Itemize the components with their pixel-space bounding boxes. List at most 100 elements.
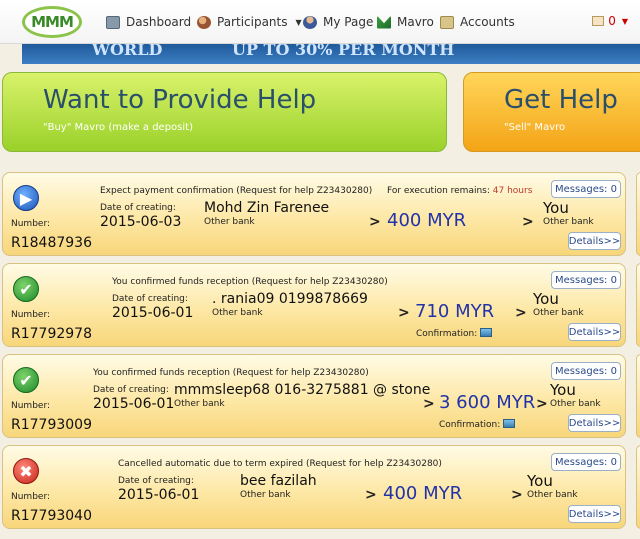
play-icon: ▶ (13, 185, 39, 211)
top-nav-bar: MMM Dashboard Participants ▼ My Page Mav… (0, 0, 640, 44)
nav-mavro[interactable]: Mavro (377, 0, 434, 44)
order-amount: 400 MYR (387, 210, 467, 231)
side-card-edge (636, 172, 640, 256)
nav-accounts-label: Accounts (460, 15, 515, 29)
order-amount: 3 600 MYR (439, 392, 536, 413)
mail-indicator[interactable]: 0 ▼ (592, 14, 628, 28)
side-card-edge (636, 354, 640, 438)
receiver-name: You (543, 199, 569, 217)
check-icon: ✔ (13, 276, 39, 302)
cross-icon: ✖ (13, 458, 39, 484)
receiver-bank: Other bank (550, 399, 601, 409)
order-number[interactable]: R17792978 (11, 326, 92, 342)
banner-right-text: UP TO 30% PER MONTH (232, 44, 455, 59)
image-icon (480, 328, 493, 337)
nav-participants-label: Participants (217, 15, 288, 29)
order-date: 2015-06-01 (93, 396, 175, 412)
sender-bank: Other bank (174, 399, 225, 409)
accounts-icon (440, 15, 454, 29)
receiver-name: You (550, 381, 576, 399)
order-status: You confirmed funds reception (Request f… (93, 368, 369, 378)
order-card: ✔ Number: R17793009 You confirmed funds … (2, 354, 626, 438)
order-card: ✔ Number: R17792978 You confirmed funds … (2, 263, 626, 347)
order-card: ▶ Number: R18487936 Expect payment confi… (2, 172, 626, 256)
date-label: Date of creating: (93, 385, 169, 395)
sender-name[interactable]: mmmsleep68 016-3275881 @ stone (174, 382, 430, 398)
sender-name[interactable]: Mohd Zin Farenee (204, 200, 329, 216)
receiver-name: You (527, 472, 553, 490)
order-amount: 710 MYR (415, 301, 495, 322)
mail-count: 0 (608, 14, 616, 28)
chevron-down-icon: ▼ (295, 17, 302, 27)
banner-left-text: WORLD (92, 44, 163, 59)
side-card-edge (636, 445, 640, 529)
order-status: Expect payment confirmation (Request for… (100, 186, 373, 196)
messages-button[interactable]: Messages: 0 (551, 453, 621, 471)
sender-name[interactable]: bee fazilah (240, 473, 317, 489)
number-label: Number: (11, 492, 51, 502)
messages-button[interactable]: Messages: 0 (551, 180, 621, 198)
messages-button[interactable]: Messages: 0 (551, 271, 621, 289)
order-number[interactable]: R17793009 (11, 417, 92, 433)
details-button[interactable]: Details>> (568, 232, 621, 250)
get-help-subtitle: "Sell" Mavro (504, 122, 566, 133)
order-status: Cancelled automatic due to term expired … (118, 459, 442, 469)
sender-bank: Other bank (240, 490, 291, 500)
order-date: 2015-06-01 (112, 305, 194, 321)
order-amount: 400 MYR (383, 483, 463, 504)
arrow: > (536, 396, 548, 412)
promo-banner[interactable]: WORLD UP TO 30% PER MONTH (22, 44, 640, 64)
provide-help-button[interactable]: Want to Provide Help "Buy" Mavro (make a… (2, 72, 447, 152)
order-status: You confirmed funds reception (Request f… (112, 277, 388, 287)
order-number[interactable]: R17793040 (11, 508, 92, 524)
sender-name[interactable]: . rania09 0199878669 (212, 291, 368, 307)
arrow: > (515, 305, 527, 321)
sender-bank: Other bank (212, 308, 263, 318)
dashboard-icon (106, 15, 120, 29)
provide-help-title: Want to Provide Help (43, 85, 317, 115)
order-date: 2015-06-03 (100, 214, 182, 230)
arrow: > (365, 487, 377, 503)
arrow: > (522, 214, 534, 230)
details-button[interactable]: Details>> (568, 414, 621, 432)
messages-button[interactable]: Messages: 0 (551, 362, 621, 380)
order-date: 2015-06-01 (118, 487, 200, 503)
mail-icon (592, 16, 605, 26)
number-label: Number: (11, 219, 51, 229)
nav-dashboard[interactable]: Dashboard (106, 0, 191, 44)
details-button[interactable]: Details>> (568, 323, 621, 341)
date-label: Date of creating: (118, 476, 194, 486)
order-number[interactable]: R18487936 (11, 235, 92, 251)
arrow: > (369, 214, 381, 230)
get-help-button[interactable]: Get Help "Sell" Mavro (463, 72, 640, 152)
participants-icon (197, 15, 211, 29)
side-card-edge (636, 263, 640, 347)
number-label: Number: (11, 310, 51, 320)
nav-participants[interactable]: Participants ▼ (197, 0, 302, 44)
receiver-name: You (533, 290, 559, 308)
nav-mavro-label: Mavro (397, 15, 434, 29)
number-label: Number: (11, 401, 51, 411)
image-icon (503, 419, 516, 428)
receiver-bank: Other bank (533, 308, 584, 318)
date-label: Date of creating: (112, 294, 188, 304)
check-icon: ✔ (13, 367, 39, 393)
nav-my-page[interactable]: My Page (303, 0, 373, 44)
chevron-down-icon: ▼ (621, 16, 628, 26)
execution-remains: For execution remains: 47 hours (387, 186, 533, 196)
arrow: > (511, 487, 523, 503)
nav-accounts[interactable]: Accounts (440, 0, 515, 44)
get-help-title: Get Help (504, 85, 618, 115)
mmm-logo[interactable]: MMM (22, 6, 82, 38)
arrow: > (398, 305, 410, 321)
order-card: ✖ Number: R17793040 Cancelled automatic … (2, 445, 626, 529)
user-icon (303, 15, 317, 29)
mavro-icon (377, 15, 391, 29)
confirmation[interactable]: Confirmation: (439, 419, 516, 430)
remaining-hours: 47 hours (492, 186, 533, 196)
confirmation[interactable]: Confirmation: (416, 328, 493, 339)
receiver-bank: Other bank (527, 490, 578, 500)
details-button[interactable]: Details>> (568, 505, 621, 523)
arrow: > (423, 396, 435, 412)
nav-my-page-label: My Page (323, 15, 374, 29)
